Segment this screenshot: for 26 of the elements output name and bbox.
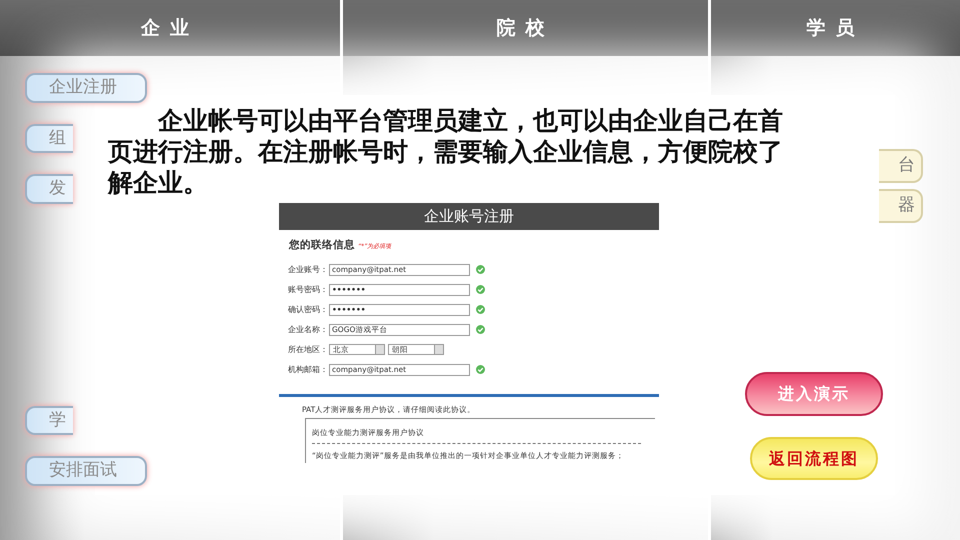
field-label: 企业账号： bbox=[287, 264, 328, 276]
check-icon bbox=[476, 265, 485, 274]
side-button[interactable]: 台 bbox=[879, 149, 923, 183]
demo-button[interactable]: 进入演示 bbox=[745, 372, 883, 416]
field-label: 确认密码： bbox=[287, 304, 328, 316]
side-button[interactable]: 组 bbox=[25, 124, 73, 153]
field-label: 机构邮箱： bbox=[287, 364, 328, 376]
side-button[interactable]: 学 bbox=[25, 406, 73, 435]
check-icon bbox=[476, 325, 485, 334]
side-button[interactable]: 发 bbox=[25, 174, 73, 204]
field-label: 账号密码： bbox=[287, 284, 328, 296]
check-icon bbox=[476, 285, 485, 294]
description-text: 企业帐号可以由平台管理员建立，也可以由企业自己在首页进行注册。在注册帐号时，需要输入企业信息，方便院校了解企业。 bbox=[108, 105, 784, 198]
side-button[interactable]: 器 bbox=[879, 189, 923, 223]
check-icon bbox=[476, 305, 485, 314]
side-button[interactable]: 安排面试 bbox=[25, 456, 147, 486]
header-tab[interactable]: 企业 bbox=[0, 0, 340, 56]
header-tab[interactable]: 学员 bbox=[711, 0, 960, 56]
section-title: 您的联络信息 bbox=[289, 238, 355, 253]
check-icon bbox=[476, 365, 485, 374]
field-label: 所在地区： bbox=[287, 344, 328, 356]
back-button[interactable]: 返回流程图 bbox=[750, 437, 878, 480]
form-title: 企业账号注册 bbox=[279, 203, 659, 230]
header-tab[interactable]: 院校 bbox=[343, 0, 708, 56]
field-label: 企业名称： bbox=[287, 324, 328, 336]
side-button[interactable]: 企业注册 bbox=[25, 73, 147, 102]
